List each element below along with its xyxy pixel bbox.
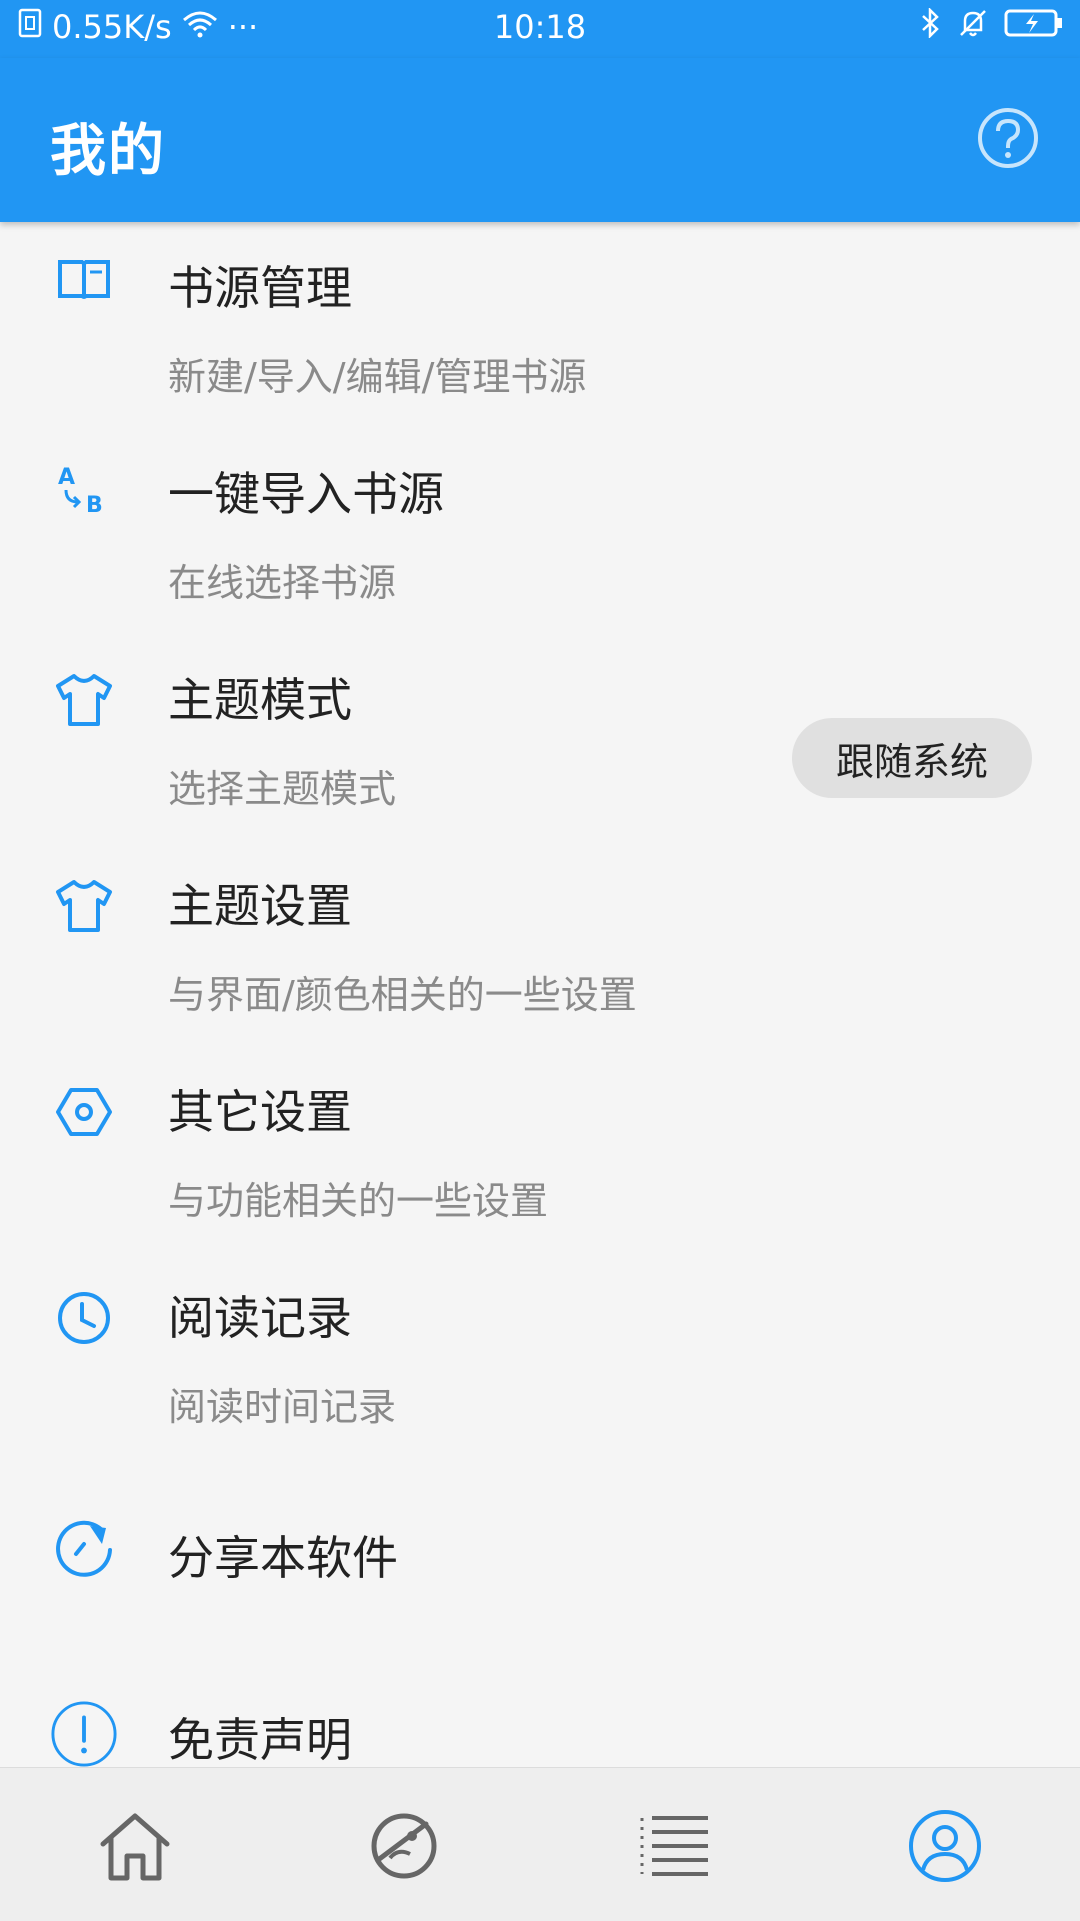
menu-item-share-app[interactable]: 分享本软件	[0, 1458, 1080, 1638]
list-icon	[638, 1810, 710, 1886]
menu-item-book-source[interactable]: 书源管理 新建/导入/编辑/管理书源	[0, 222, 1080, 428]
clock: 10:18	[493, 8, 587, 46]
book-icon	[50, 244, 118, 312]
menu-item-title: 免责声明	[168, 1713, 352, 1767]
menu-item-subtitle: 在线选择书源	[168, 561, 397, 605]
menu-item-subtitle: 新建/导入/编辑/管理书源	[168, 355, 587, 399]
app-bar: 我的	[0, 58, 1080, 222]
status-bar: 0.55K/s ··· 10:18	[0, 0, 1080, 58]
nav-profile[interactable]	[905, 1808, 985, 1888]
help-icon[interactable]	[976, 106, 1040, 170]
menu-item-title: 分享本软件	[168, 1531, 398, 1585]
menu-item-import-source[interactable]: AB 一键导入书源 在线选择书源	[0, 428, 1080, 634]
menu-item-theme-mode[interactable]: 主题模式 选择主题模式 跟随系统	[0, 634, 1080, 840]
tshirt-icon	[50, 872, 118, 940]
bluetooth-icon	[920, 6, 942, 46]
menu-item-reading-history[interactable]: 阅读记录 阅读时间记录	[0, 1252, 1080, 1458]
nav-explore[interactable]	[364, 1808, 444, 1888]
page-title: 我的	[50, 119, 166, 184]
settings-hex-icon	[50, 1078, 118, 1146]
status-right	[920, 6, 1064, 46]
menu-item-theme-settings[interactable]: 主题设置 与界面/颜色相关的一些设置	[0, 840, 1080, 1046]
menu-item-subtitle: 与界面/颜色相关的一些设置	[168, 973, 637, 1017]
translate-ab-icon: AB	[50, 456, 118, 524]
nav-home[interactable]	[95, 1808, 175, 1888]
tshirt-icon	[50, 666, 118, 734]
menu-item-title: 书源管理	[168, 261, 352, 315]
menu-item-subtitle: 阅读时间记录	[168, 1385, 397, 1429]
svg-text:A: A	[58, 465, 75, 490]
menu-item-subtitle: 选择主题模式	[168, 767, 397, 811]
menu-item-title: 一键导入书源	[168, 467, 444, 521]
menu-item-disclaimer[interactable]: 免责声明	[0, 1638, 1080, 1767]
home-icon	[97, 1808, 173, 1888]
nav-list[interactable]	[634, 1808, 714, 1888]
menu-item-title: 其它设置	[168, 1085, 352, 1139]
exclamation-circle-icon	[50, 1700, 118, 1767]
clock-icon	[50, 1284, 118, 1352]
menu-item-title: 主题设置	[168, 879, 352, 933]
explore-icon	[368, 1810, 440, 1886]
menu-item-subtitle: 与功能相关的一些设置	[168, 1179, 549, 1223]
svg-text:B: B	[86, 493, 103, 518]
menu-item-title: 主题模式	[168, 673, 352, 727]
bell-mute-icon	[958, 8, 988, 46]
menu-item-title: 阅读记录	[168, 1291, 352, 1345]
menu-item-other-settings[interactable]: 其它设置 与功能相关的一些设置	[0, 1046, 1080, 1252]
battery-icon	[1004, 8, 1064, 46]
bottom-navigation	[0, 1767, 1080, 1921]
settings-list: 书源管理 新建/导入/编辑/管理书源 AB 一键导入书源 在线选择书源 主题模式…	[0, 222, 1080, 1767]
theme-mode-selector[interactable]: 跟随系统	[792, 718, 1032, 798]
profile-icon	[907, 1808, 983, 1888]
share-refresh-icon	[50, 1514, 118, 1582]
